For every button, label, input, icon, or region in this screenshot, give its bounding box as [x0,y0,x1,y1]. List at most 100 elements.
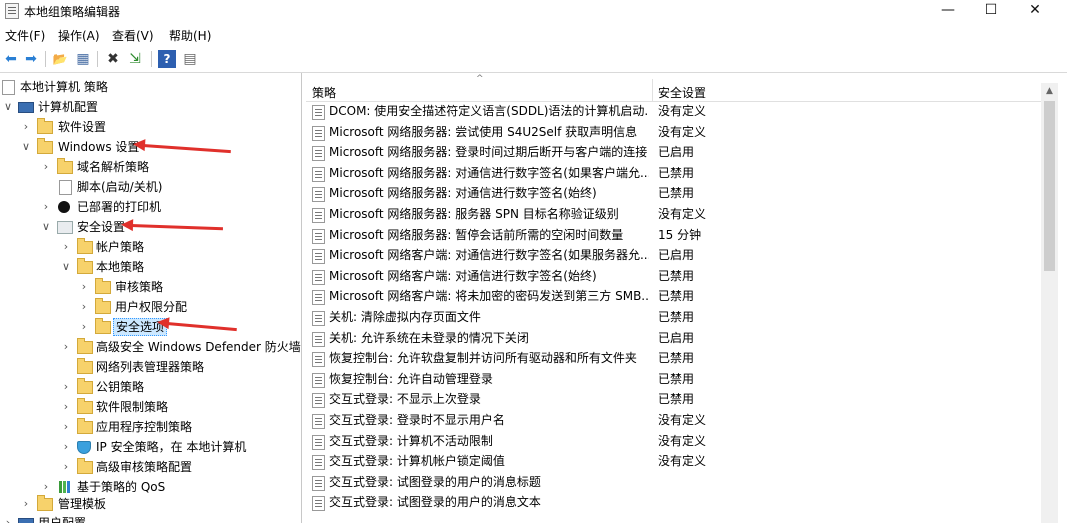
chevron-right-icon[interactable]: › [60,457,72,477]
chevron-right-icon[interactable]: › [60,437,72,457]
policy-row[interactable]: Microsoft 网络客户端: 对通信进行数字签名(如果服务器允... 已启用 [306,245,1041,266]
up-folder-icon[interactable]: 📂 [51,50,69,68]
policy-setting-value: 没有定义 [658,124,707,139]
policy-row[interactable]: 恢复控制台: 允许软盘复制并访问所有驱动器和所有文件夹 已禁用 [306,348,1041,369]
chevron-down-icon[interactable]: ∨ [60,257,72,277]
policy-row[interactable]: Microsoft 网络服务器: 对通信进行数字签名(如果客户端允... 已禁用 [306,163,1041,184]
column-header-policy[interactable]: 策略 [312,84,336,101]
tree-label: 审核策略 [115,280,164,294]
policy-row[interactable]: 关机: 清除虚拟内存页面文件 已禁用 [306,307,1041,328]
chevron-down-icon[interactable]: ∨ [2,97,14,117]
forward-icon[interactable]: ➡ [22,50,40,68]
policy-name: Microsoft 网络服务器: 对通信进行数字签名(如果客户端允... [329,165,649,180]
column-header-setting[interactable]: 安全设置 [658,84,706,101]
minimize-button[interactable]: — [925,0,971,22]
chevron-right-icon[interactable]: › [2,513,14,523]
chevron-down-icon[interactable]: ∨ [40,217,52,237]
tree-label: 已部署的打印机 [77,200,162,214]
policy-setting-value: 已禁用 [658,165,695,180]
sort-up-icon: ^ [476,74,484,84]
menu-view[interactable]: 查看(V) [112,27,154,44]
policy-setting-value: 已禁用 [658,289,695,304]
delete-icon[interactable]: ✖ [104,50,122,68]
user-icon [18,518,34,523]
toolbar-separator [151,51,152,67]
tree-label: 用户权限分配 [115,300,188,314]
policy-name: 交互式登录: 计算机帐户锁定阈值 [329,454,505,469]
tree-label: 软件设置 [58,120,107,134]
policy-setting-value: 没有定义 [658,454,707,469]
policy-item-icon [312,455,325,471]
policy-name: 恢复控制台: 允许自动管理登录 [329,371,493,386]
chevron-right-icon[interactable]: › [60,417,72,437]
folder-icon [95,278,111,294]
policy-setting-value: 15 分钟 [658,227,702,242]
scroll-thumb[interactable] [1044,101,1055,271]
chevron-right-icon[interactable]: › [60,237,72,257]
policy-item-icon [312,372,325,388]
policy-row[interactable]: Microsoft 网络客户端: 将未加密的密码发送到第三方 SMB... 已禁用 [306,286,1041,307]
policy-row[interactable]: 交互式登录: 试图登录的用户的消息文本 [306,492,1041,513]
chevron-right-icon[interactable]: › [40,157,52,177]
vertical-scrollbar[interactable]: ▲ [1041,83,1058,523]
policy-icon [2,80,15,95]
properties-icon[interactable]: ▤ [181,50,199,68]
policy-row[interactable]: Microsoft 网络服务器: 尝试使用 S4U2Self 获取声明信息 没有定… [306,122,1041,143]
folder-icon [77,358,93,374]
policy-item-icon [312,331,325,347]
menu-action[interactable]: 操作(A) [58,27,100,44]
policy-setting-value: 已禁用 [658,310,695,324]
policy-name: Microsoft 网络服务器: 登录时间过期后断开与客户端的连接 [329,145,648,160]
chevron-right-icon[interactable]: › [20,117,32,137]
policy-name: Microsoft 网络服务器: 服务器 SPN 目标名称验证级别 [329,207,619,221]
help-icon[interactable]: ? [158,50,176,68]
policy-row[interactable]: Microsoft 网络服务器: 登录时间过期后断开与客户端的连接 已启用 [306,142,1041,163]
policy-row[interactable]: 关机: 允许系统在未登录的情况下关闭 已启用 [306,328,1041,349]
folder-icon [95,318,111,334]
policy-row[interactable]: 交互式登录: 试图登录的用户的消息标题 [306,472,1041,493]
chevron-right-icon[interactable]: › [78,277,90,297]
scroll-up-icon[interactable]: ▲ [1041,83,1058,100]
policy-name: 关机: 清除虚拟内存页面文件 [329,310,481,324]
tree-label: 管理模板 [58,497,107,511]
show-tree-icon[interactable]: ▦ [74,50,92,68]
policy-row[interactable]: 交互式登录: 计算机帐户锁定阈值 没有定义 [306,451,1041,472]
chevron-right-icon[interactable]: › [78,297,90,317]
tree-label: 应用程序控制策略 [96,420,193,434]
chevron-right-icon[interactable]: › [78,317,90,337]
chevron-right-icon[interactable]: › [60,377,72,397]
close-button[interactable]: ✕ [1012,0,1058,22]
policy-name: Microsoft 网络客户端: 将未加密的密码发送到第三方 SMB... [329,289,649,304]
app-icon [5,3,19,19]
policy-row[interactable]: Microsoft 网络服务器: 对通信进行数字签名(始终) 已禁用 [306,183,1041,204]
export-list-icon[interactable]: ⇲ [126,50,144,68]
chevron-right-icon[interactable]: › [60,397,72,417]
policy-row[interactable]: 交互式登录: 登录时不显示用户名 没有定义 [306,410,1041,431]
policy-row[interactable]: Microsoft 网络服务器: 暂停会话前所需的空闲时间数量 15 分钟 [306,225,1041,246]
policy-row[interactable]: 交互式登录: 计算机不活动限制 没有定义 [306,431,1041,452]
policy-item-icon [312,496,325,512]
menu-help[interactable]: 帮助(H) [169,27,211,44]
chevron-right-icon[interactable]: › [40,477,52,497]
folder-icon [77,338,93,354]
maximize-button[interactable]: ☐ [968,0,1014,22]
policy-row[interactable]: Microsoft 网络服务器: 服务器 SPN 目标名称验证级别 没有定义 [306,204,1041,225]
chevron-down-icon[interactable]: ∨ [20,137,32,157]
policy-row[interactable]: DCOM: 使用安全描述符定义语言(SDDL)语法的计算机启动... 没有定义 [306,101,1041,122]
tree-label: 高级审核策略配置 [96,460,193,474]
column-separator[interactable] [652,79,653,101]
chevron-right-icon[interactable]: › [40,197,52,217]
menu-file[interactable]: 文件(F) [5,27,45,44]
folder-icon [57,158,73,174]
back-icon[interactable]: ⬅ [2,50,20,68]
policy-row[interactable]: 恢复控制台: 允许自动管理登录 已禁用 [306,369,1041,390]
policy-row[interactable]: Microsoft 网络客户端: 对通信进行数字签名(始终) 已禁用 [306,266,1041,287]
qos-chart-icon [59,481,73,493]
policy-row[interactable]: 交互式登录: 不显示上次登录 已禁用 [306,389,1041,410]
tree-label: 本地策略 [96,260,145,274]
policy-item-icon [312,475,325,491]
script-icon [59,180,72,195]
chevron-right-icon[interactable]: › [20,494,32,514]
chevron-right-icon[interactable]: › [60,337,72,357]
policy-item-icon [312,228,325,244]
